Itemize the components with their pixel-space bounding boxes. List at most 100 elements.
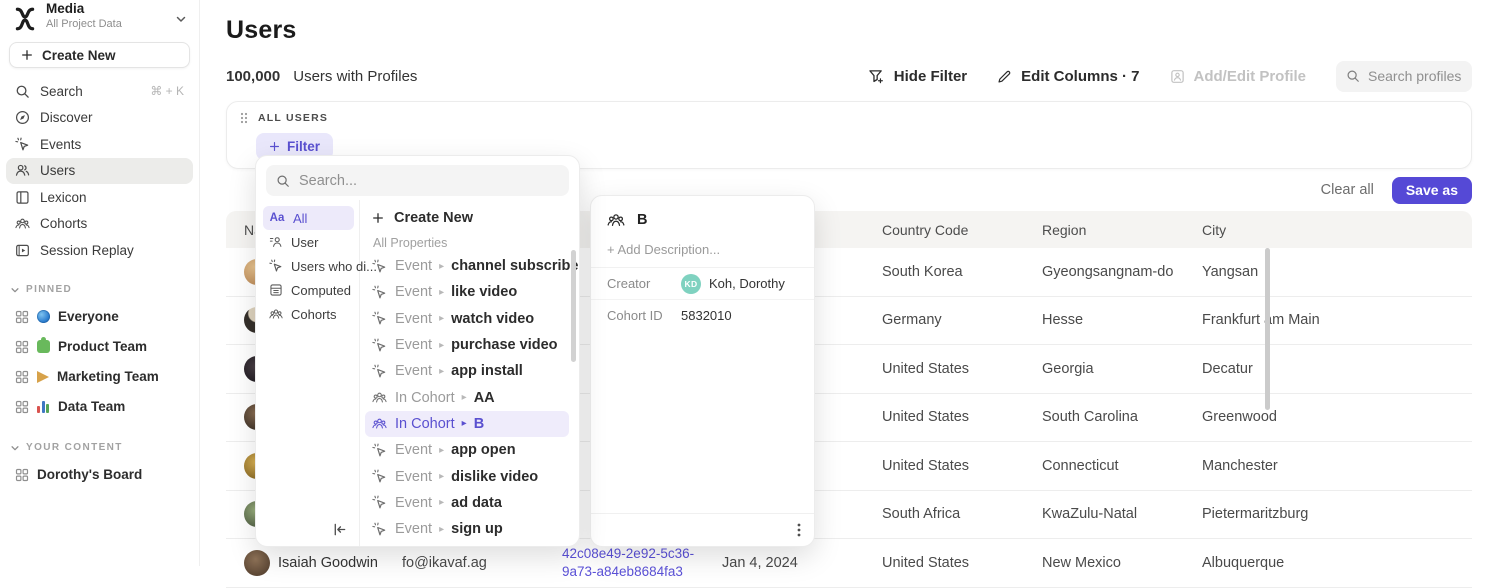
user-country: South Africa bbox=[882, 506, 1042, 522]
media-logo-icon bbox=[12, 6, 38, 32]
column-header-city[interactable]: City bbox=[1202, 222, 1472, 238]
property-item-ad-data[interactable]: Event▸ ad data bbox=[365, 490, 569, 516]
create-new-button[interactable]: Create New bbox=[9, 42, 190, 68]
sidebar-item-users[interactable]: Users bbox=[6, 158, 193, 185]
search-profiles-input[interactable] bbox=[1368, 68, 1462, 84]
tab-cohorts[interactable]: Cohorts bbox=[263, 302, 354, 326]
board-grid-icon bbox=[15, 370, 29, 384]
user-city: Greenwood bbox=[1202, 409, 1472, 425]
caret-right-icon: ▸ bbox=[439, 313, 444, 324]
collapse-panel-icon[interactable] bbox=[332, 522, 347, 537]
book-icon bbox=[15, 190, 30, 205]
board-grid-icon bbox=[15, 310, 29, 324]
sidebar-item-lexicon[interactable]: Lexicon bbox=[6, 184, 193, 211]
property-item-purchase-video[interactable]: Event▸ purchase video bbox=[365, 332, 569, 358]
search-icon bbox=[15, 84, 30, 99]
tab-computed[interactable]: Computed bbox=[263, 278, 354, 302]
board-grid-icon bbox=[15, 468, 29, 482]
property-item-app-install[interactable]: Event▸ app install bbox=[365, 358, 569, 384]
sidebar-item-label: Cohorts bbox=[40, 216, 87, 231]
event-spark-icon bbox=[372, 259, 387, 274]
event-spark-icon bbox=[372, 338, 387, 353]
session-replay-icon bbox=[15, 243, 30, 258]
property-item-like-video[interactable]: Event▸ like video bbox=[365, 279, 569, 305]
user-region: Connecticut bbox=[1042, 458, 1202, 474]
kebab-menu-icon[interactable] bbox=[797, 522, 801, 538]
pinned-section-header[interactable]: PINNED bbox=[0, 278, 199, 302]
user-region: Hesse bbox=[1042, 312, 1202, 328]
dropdown-property-list: Create New All Properties Event▸ channel… bbox=[360, 200, 579, 546]
add-edit-profile-button[interactable]: Add/Edit Profile bbox=[1170, 68, 1307, 85]
sidebar-item-discover[interactable]: Discover bbox=[6, 105, 193, 132]
user-country: United States bbox=[882, 409, 1042, 425]
drag-handle-icon[interactable] bbox=[239, 111, 249, 125]
sidebar-item-data-team[interactable]: Data Team bbox=[6, 392, 193, 422]
page-title: Users bbox=[200, 0, 1500, 45]
property-item-watch-video[interactable]: Event▸ watch video bbox=[365, 306, 569, 332]
event-spark-icon bbox=[372, 285, 387, 300]
sidebar-item-session-replay[interactable]: Session Replay bbox=[6, 237, 193, 264]
users-icon bbox=[15, 163, 30, 178]
caret-right-icon: ▸ bbox=[462, 392, 467, 403]
user-country: South Korea bbox=[882, 264, 1042, 280]
search-icon bbox=[276, 174, 290, 188]
table-scrollbar[interactable] bbox=[1265, 248, 1270, 410]
sidebar-item-label: Users bbox=[40, 163, 75, 178]
user-country: United States bbox=[882, 555, 1042, 571]
edit-columns-button[interactable]: Edit Columns · 7 bbox=[997, 68, 1139, 85]
creator-label: Creator bbox=[607, 276, 681, 291]
sidebar-item-events[interactable]: Events bbox=[6, 131, 193, 158]
cohorts-icon bbox=[372, 390, 387, 405]
event-spark-icon bbox=[372, 443, 387, 458]
user-distinct-id[interactable]: 42c08e49-2e92-5c36-9a73-a84eb8684fa3 bbox=[562, 545, 714, 580]
user-count-label: Users with Profiles bbox=[293, 68, 417, 85]
add-description-button[interactable]: + Add Description... bbox=[591, 239, 814, 268]
user-city: Pietermaritzburg bbox=[1202, 506, 1472, 522]
sidebar-item-dorothys-board[interactable]: Dorothy's Board bbox=[6, 460, 193, 490]
column-header-region[interactable]: Region bbox=[1042, 222, 1202, 238]
sidebar: Media All Project Data Create New Search… bbox=[0, 0, 200, 566]
caret-right-icon: ▸ bbox=[439, 261, 444, 272]
column-header-country-code[interactable]: Country Code bbox=[882, 222, 1042, 238]
creator-name: Koh, Dorothy bbox=[709, 276, 785, 291]
sidebar-item-search[interactable]: Search ⌘ + K bbox=[6, 78, 193, 105]
dropdown-search-box[interactable] bbox=[266, 165, 569, 196]
bar-chart-emoji bbox=[37, 400, 50, 413]
user-count: 100,000 bbox=[226, 68, 280, 85]
dropdown-scrollbar[interactable] bbox=[571, 250, 576, 362]
dropdown-search-input[interactable] bbox=[299, 173, 559, 189]
tab-user[interactable]: User bbox=[263, 230, 354, 254]
user-region: Gyeongsangnam-do bbox=[1042, 264, 1202, 280]
sidebar-item-product-team[interactable]: Product Team bbox=[6, 332, 193, 362]
avatar bbox=[244, 550, 270, 576]
chevron-down-icon bbox=[175, 13, 187, 25]
save-as-button[interactable]: Save as bbox=[1392, 177, 1472, 204]
property-item-app-open[interactable]: Event▸ app open bbox=[365, 437, 569, 463]
sidebar-item-everyone[interactable]: Everyone bbox=[6, 302, 193, 332]
chevron-down-icon bbox=[10, 443, 20, 453]
caret-right-icon: ▸ bbox=[439, 340, 444, 351]
property-item-dislike-video[interactable]: Event▸ dislike video bbox=[365, 463, 569, 489]
property-item-in-cohort-b[interactable]: In Cohort▸ B bbox=[365, 411, 569, 437]
clear-all-button[interactable]: Clear all bbox=[1321, 182, 1374, 198]
event-spark-icon bbox=[372, 522, 387, 537]
property-item-sign-up[interactable]: Event▸ sign up bbox=[365, 516, 569, 542]
tab-all[interactable]: Aa All bbox=[263, 206, 354, 230]
sidebar-item-label: Events bbox=[40, 137, 81, 152]
board-item-label: Data Team bbox=[58, 399, 125, 414]
cohort-preview-popover: B + Add Description... Creator KD Koh, D… bbox=[590, 195, 815, 547]
your-content-section-header[interactable]: YOUR CONTENT bbox=[0, 436, 199, 460]
cohort-id-label: Cohort ID bbox=[607, 308, 681, 323]
dropdown-create-new-button[interactable]: Create New bbox=[372, 205, 569, 231]
sidebar-item-marketing-team[interactable]: Marketing Team bbox=[6, 362, 193, 392]
funnel-icon bbox=[868, 69, 885, 84]
search-profiles-box[interactable] bbox=[1336, 61, 1472, 92]
workspace-switcher[interactable]: Media All Project Data bbox=[0, 0, 199, 34]
tab-users-who-did[interactable]: Users who di... bbox=[263, 254, 354, 278]
hide-filter-button[interactable]: Hide Filter bbox=[868, 68, 967, 85]
property-item-in-cohort-aa[interactable]: In Cohort▸ AA bbox=[365, 384, 569, 410]
user-email: fo@ikavaf.ag bbox=[402, 555, 562, 571]
property-item-channel-subscribe[interactable]: Event▸ channel subscribe bbox=[365, 253, 569, 279]
board-item-label: Marketing Team bbox=[57, 369, 159, 384]
sidebar-item-cohorts[interactable]: Cohorts bbox=[6, 211, 193, 238]
